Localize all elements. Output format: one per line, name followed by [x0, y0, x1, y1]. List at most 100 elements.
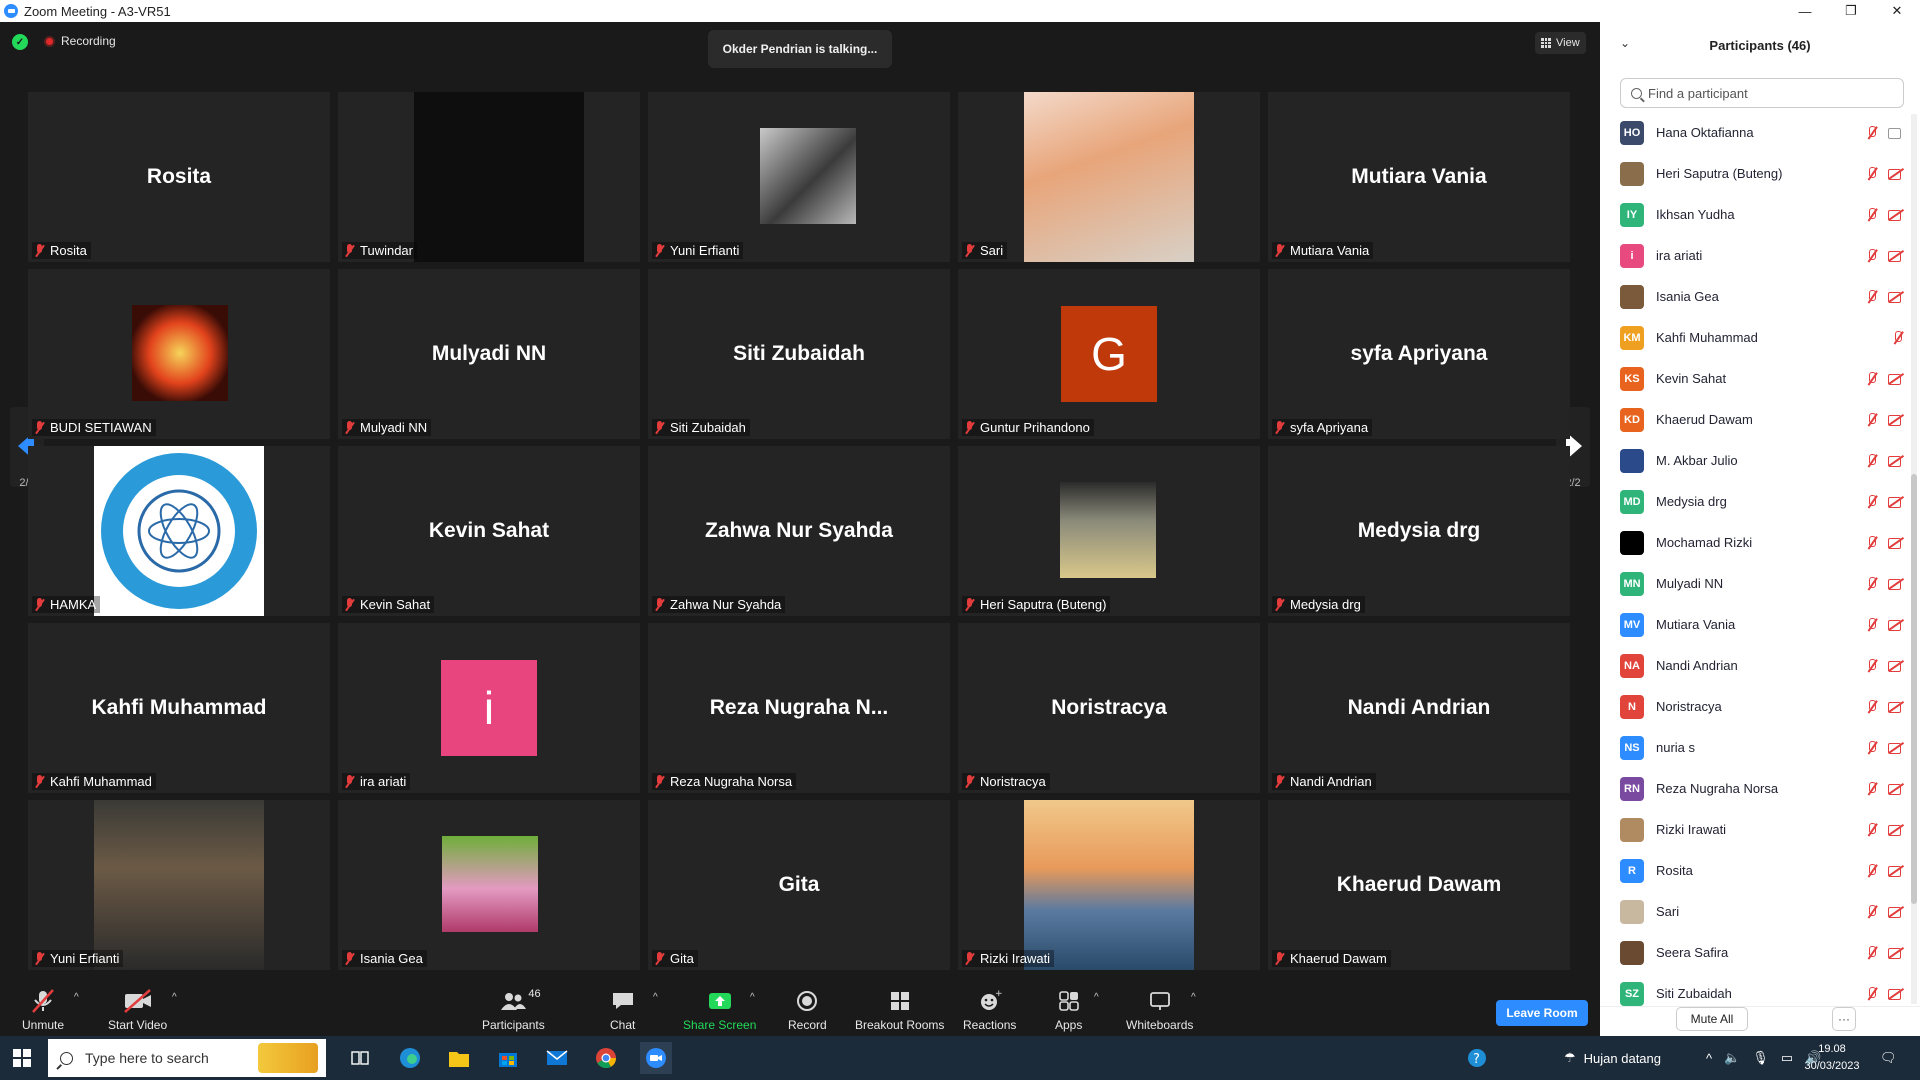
participant-list-item[interactable]: i ira ariati [1620, 235, 1908, 276]
scrollbar-thumb[interactable] [1911, 474, 1917, 904]
participant-list-item[interactable]: Rizki Irawati [1620, 809, 1908, 850]
participant-video-tile[interactable]: Noristracya Noristracya [958, 623, 1260, 793]
show-hidden-icons-chevron-icon[interactable]: ^ [1706, 1051, 1712, 1066]
participant-video-tile[interactable]: Kevin Sahat Kevin Sahat [338, 446, 640, 616]
participant-video-tile[interactable]: Mulyadi NN Mulyadi NN [338, 269, 640, 439]
participant-list-item[interactable]: KD Khaerud Dawam [1620, 399, 1908, 440]
participant-list-item[interactable]: Isania Gea [1620, 276, 1908, 317]
mic-muted-icon [654, 951, 664, 966]
participant-video-tile[interactable]: Medysia drg Medysia drg [1268, 446, 1570, 616]
participant-video-tile[interactable]: Isania Gea [338, 800, 640, 970]
participant-list-item[interactable]: MV Mutiara Vania [1620, 604, 1908, 645]
participant-list-item[interactable]: RN Reza Nugraha Norsa [1620, 768, 1908, 809]
participant-avatar [1620, 940, 1644, 965]
participant-video-tile[interactable]: Rosita Rosita [28, 92, 330, 262]
unmute-button[interactable]: Unmute [22, 988, 64, 1032]
participant-list-item[interactable]: IY Ikhsan Yudha [1620, 194, 1908, 235]
participant-video-tile[interactable]: Mutiara Vania Mutiara Vania [1268, 92, 1570, 262]
participant-list-item[interactable]: Mochamad Rizki [1620, 522, 1908, 563]
whiteboards-button[interactable]: Whiteboards [1126, 988, 1193, 1032]
microsoft-store-icon[interactable] [492, 1042, 524, 1074]
restore-button[interactable]: ❐ [1828, 0, 1874, 22]
task-view-icon[interactable] [344, 1042, 376, 1074]
participant-list-item[interactable]: MN Mulyadi NN [1620, 563, 1908, 604]
participant-video-tile[interactable]: Rizki Irawati [958, 800, 1260, 970]
notifications-icon[interactable]: 🗨 [1880, 1036, 1897, 1080]
apps-options-caret[interactable]: ^ [1094, 992, 1099, 1003]
participant-list-item[interactable]: Seera Safira [1620, 932, 1908, 973]
participant-video-tile[interactable]: Heri Saputra (Buteng) [958, 446, 1260, 616]
audio-options-caret[interactable]: ^ [74, 992, 79, 1003]
participant-video-tile[interactable]: Kahfi Muhammad Kahfi Muhammad [28, 623, 330, 793]
weather-text: Hujan datang [1583, 1050, 1661, 1066]
participant-search-input[interactable]: Find a participant [1620, 78, 1904, 108]
start-video-button[interactable]: Start Video [108, 988, 167, 1032]
participant-video-tile[interactable]: Reza Nugraha N... Reza Nugraha Norsa [648, 623, 950, 793]
participant-video-tile[interactable]: syfa Apriyana syfa Apriyana [1268, 269, 1570, 439]
participant-list-item[interactable]: Heri Saputra (Buteng) [1620, 153, 1908, 194]
participant-video-tile[interactable]: Yuni Erfianti [28, 800, 330, 970]
minimize-button[interactable]: — [1782, 0, 1828, 22]
zoom-taskbar-icon[interactable] [640, 1042, 672, 1074]
participant-video-tile[interactable]: Nandi Andrian Nandi Andrian [1268, 623, 1570, 793]
share-options-caret[interactable]: ^ [750, 992, 755, 1003]
taskbar-search-box[interactable]: Type here to search [48, 1039, 326, 1077]
participant-video-tile[interactable]: Khaerud Dawam Khaerud Dawam [1268, 800, 1570, 970]
participants-button[interactable]: 46 Participants [482, 988, 545, 1032]
record-button[interactable]: Record [788, 988, 827, 1032]
participant-video-tile[interactable]: BUDI SETIAWAN [28, 269, 330, 439]
close-button[interactable]: ✕ [1874, 0, 1920, 22]
chat-options-caret[interactable]: ^ [653, 992, 658, 1003]
participant-list-item[interactable]: N Noristracya [1620, 686, 1908, 727]
recording-indicator[interactable]: Recording [44, 34, 116, 48]
mute-all-button[interactable]: Mute All [1676, 1007, 1748, 1031]
participant-video-tile[interactable]: Siti Zubaidah Siti Zubaidah [648, 269, 950, 439]
edge-browser-icon[interactable] [394, 1042, 426, 1074]
participant-list-scrollbar[interactable] [1911, 114, 1917, 1004]
participant-list-item[interactable]: Sari [1620, 891, 1908, 932]
mic-muted-icon [1274, 243, 1284, 258]
participant-list-item[interactable]: SZ Siti Zubaidah [1620, 973, 1908, 1006]
mic-muted-icon [344, 597, 354, 612]
microphone-icon[interactable]: 🎙 [1752, 1050, 1769, 1066]
share-screen-button[interactable]: Share Screen [683, 988, 756, 1032]
participant-list-item[interactable]: M. Akbar Julio [1620, 440, 1908, 481]
whiteboards-options-caret[interactable]: ^ [1191, 992, 1196, 1003]
view-button[interactable]: View [1535, 32, 1586, 54]
participant-name-text: Sari [980, 243, 1004, 258]
participant-list-item[interactable]: R Rosita [1620, 850, 1908, 891]
participant-video-image [442, 836, 538, 932]
more-options-button[interactable]: ··· [1832, 1007, 1856, 1031]
chrome-browser-icon[interactable] [590, 1042, 622, 1074]
leave-room-button[interactable]: Leave Room [1496, 1000, 1588, 1026]
weather-widget[interactable]: ☂ Hujan datang [1564, 1036, 1661, 1080]
participant-video-tile[interactable]: i ira ariati [338, 623, 640, 793]
participant-list-item[interactable]: NA Nandi Andrian [1620, 645, 1908, 686]
participant-list-item[interactable]: MD Medysia drg [1620, 481, 1908, 522]
speaker-icon[interactable]: 🔈 [1724, 1050, 1740, 1066]
apps-button[interactable]: Apps [1055, 988, 1082, 1032]
participant-video-tile[interactable]: G Guntur Prihandono [958, 269, 1260, 439]
network-icon[interactable]: ▭ [1781, 1050, 1793, 1066]
file-explorer-icon[interactable] [443, 1042, 475, 1074]
participant-list-item[interactable]: NS nuria s [1620, 727, 1908, 768]
chat-button[interactable]: Chat [610, 988, 635, 1032]
participant-video-tile[interactable]: Tuwindar [338, 92, 640, 262]
participant-video-tile[interactable]: Gita Gita [648, 800, 950, 970]
windows-start-icon[interactable] [13, 1049, 31, 1067]
video-options-caret[interactable]: ^ [172, 992, 177, 1003]
help-icon[interactable]: ? [1466, 1036, 1488, 1080]
participant-list-item[interactable]: KM Kahfi Muhammad [1620, 317, 1908, 358]
reactions-button[interactable]: + Reactions [963, 988, 1016, 1032]
participant-video-tile[interactable]: Yuni Erfianti [648, 92, 950, 262]
participant-video-tile[interactable]: Sari [958, 92, 1260, 262]
mail-icon[interactable] [541, 1042, 573, 1074]
participant-video-tile[interactable]: Zahwa Nur Syahda Zahwa Nur Syahda [648, 446, 950, 616]
breakout-rooms-button[interactable]: Breakout Rooms [855, 988, 944, 1032]
security-shield-icon[interactable]: ✓ [12, 34, 28, 50]
taskbar-clock[interactable]: 19.08 30/03/2023 [1798, 1041, 1866, 1075]
participant-name-label: HAMKA [32, 596, 101, 613]
participant-list-item[interactable]: HO Hana Oktafianna [1620, 112, 1908, 153]
participant-video-tile[interactable]: HAMKA [28, 446, 330, 616]
participant-list-item[interactable]: KS Kevin Sahat [1620, 358, 1908, 399]
